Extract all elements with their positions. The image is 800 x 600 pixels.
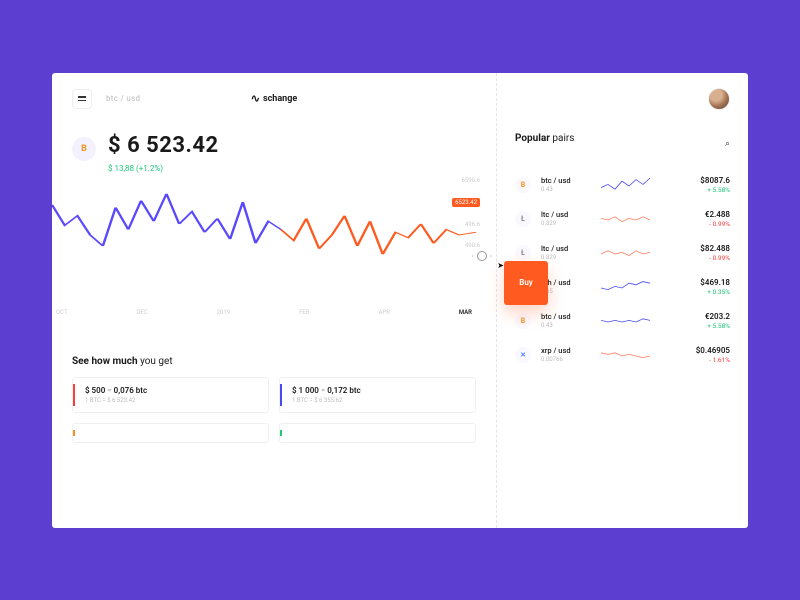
pair-price: $469.18	[700, 278, 730, 287]
pair-price: €2.488	[705, 210, 730, 219]
pair-sub: 0.00766	[541, 356, 591, 363]
pair-name: ltc / usd	[541, 210, 591, 219]
time-slider[interactable]: ‹ ›	[472, 251, 492, 261]
pair-change: - 1.61%	[696, 356, 730, 364]
chevron-left-icon[interactable]: ‹	[472, 252, 474, 260]
pair-name: ltc / usd	[541, 244, 591, 253]
price-chart[interactable]: 6590.66523.42496.6490.6 OCTDEC2019FEBAPR…	[52, 191, 476, 336]
pair-sub: 0.43	[541, 322, 591, 329]
calc-title: See how much you get	[72, 356, 476, 367]
pair-sub: 1.65	[541, 288, 591, 295]
logo-icon: ∿	[251, 92, 260, 105]
sparkline	[601, 312, 651, 330]
sparkline	[601, 176, 651, 194]
coin-icon: B	[515, 313, 531, 329]
pair-item[interactable]: Bbtc / usd0.43 €203.2+ 5.58%	[497, 304, 730, 338]
pair-sub: 0.829	[541, 220, 591, 227]
coin-icon: B	[515, 177, 531, 193]
pair-name: btc / usd	[541, 312, 591, 321]
y-axis-labels: 6590.66523.42496.6490.6	[452, 177, 480, 249]
calc-main: $ 1 000 = 0,172 btc	[292, 386, 465, 395]
menu-button[interactable]	[72, 89, 92, 109]
search-icon[interactable]: ⌕	[725, 139, 730, 149]
coin-badge: B	[72, 137, 96, 161]
popular-title: Popular pairs	[515, 133, 574, 144]
logo-text: schange	[263, 94, 297, 104]
chevron-right-icon[interactable]: ›	[490, 252, 492, 260]
sparkline	[601, 210, 651, 228]
pair-sub: 0.829	[541, 254, 591, 261]
sparkline	[601, 244, 651, 262]
avatar[interactable]	[708, 88, 730, 110]
pair-change: + 5.58%	[705, 322, 730, 330]
calc-card[interactable]: $ 500 = 0,076 btc 1 BTC = $ 6 523.42	[72, 377, 269, 413]
coin-icon: ✕	[515, 347, 531, 363]
slider-knob[interactable]	[477, 251, 487, 261]
sparkline	[601, 346, 651, 364]
calc-card[interactable]	[279, 423, 476, 443]
pair-item[interactable]: Łltc / usd0.829 €2.488- 0.99%	[497, 202, 730, 236]
pair-sub: 0.43	[541, 186, 591, 193]
calc-card[interactable]	[72, 423, 269, 443]
app-logo: ∿ schange	[251, 92, 297, 105]
x-axis-labels: OCTDEC2019FEBAPRMAR	[52, 301, 476, 316]
pair-price: $82.488	[700, 244, 730, 253]
cursor-icon: ➤	[497, 261, 504, 270]
pair-name: xrp / usd	[541, 346, 591, 355]
pair-change: - 0.99%	[705, 220, 730, 228]
calc-sub: 1 BTC = $ 6 523.42	[85, 397, 258, 404]
sparkline	[601, 278, 651, 296]
pair-change: - 0.99%	[700, 254, 730, 262]
pair-price: $8087.6	[700, 176, 730, 185]
calc-main: $ 500 = 0,076 btc	[85, 386, 258, 395]
pair-price: €203.2	[705, 312, 730, 321]
pair-change: + 5.58%	[700, 186, 730, 194]
pair-name: eth / usd	[541, 278, 591, 287]
price-change: $ 13,88 (+1.2%)	[108, 164, 476, 173]
pair-item[interactable]: Bbtc / usd0.43 $8087.6+ 5.58%	[497, 168, 730, 202]
current-pair-label: btc / usd	[106, 94, 140, 103]
pair-price: $0.46905	[696, 346, 730, 355]
buy-button[interactable]: Buy	[504, 261, 548, 305]
coin-icon: Ł	[515, 211, 531, 227]
main-price: $ 6 523.42	[108, 133, 219, 158]
coin-icon: Ł	[515, 245, 531, 261]
calc-sub: 1 BTC = $ 6 355.62	[292, 397, 465, 404]
pair-name: btc / usd	[541, 176, 591, 185]
pair-change: + 0.35%	[700, 288, 730, 296]
pair-item[interactable]: ✕ xrp / usd0.00766 $0.46905- 1.61%	[497, 338, 730, 372]
calc-card[interactable]: $ 1 000 = 0,172 btc 1 BTC = $ 6 355.62	[279, 377, 476, 413]
